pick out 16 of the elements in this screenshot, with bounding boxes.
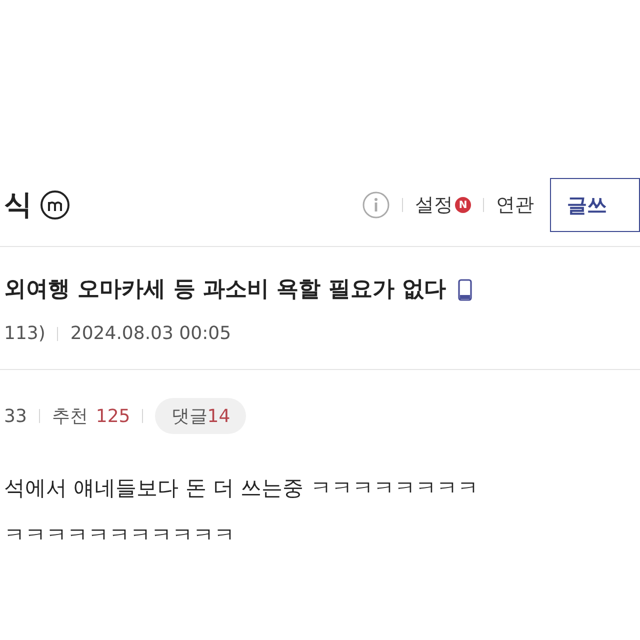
minor-gallery-icon <box>40 190 70 220</box>
post-date: 2024.08.03 00:05 <box>70 322 232 346</box>
header-link[interactable]: 설정 <box>415 190 453 220</box>
new-badge: N <box>455 197 471 213</box>
body-text: ㅋㅋㅋㅋㅋㅋㅋㅋㅋㅋㅋ <box>4 522 235 550</box>
info-icon[interactable] <box>362 191 390 219</box>
header-link[interactable]: 연관 <box>496 190 534 220</box>
view-count: 33 <box>4 404 27 428</box>
board-title: 식 <box>4 187 32 223</box>
body-text: 석에서 얘네들보다 돈 더 쓰는중 ㅋㅋㅋㅋㅋㅋㅋㅋ <box>4 475 478 502</box>
author-info: 113) <box>4 322 46 346</box>
recommend-label: 추천 <box>52 404 88 428</box>
write-button[interactable]: 글쓰 <box>550 178 640 232</box>
post-title: 외여행 오마카세 등 과소비 욕할 필요가 없다 <box>4 276 446 304</box>
recommend-count: 125 <box>96 404 130 428</box>
comment-button[interactable]: 댓글14 <box>155 398 246 434</box>
